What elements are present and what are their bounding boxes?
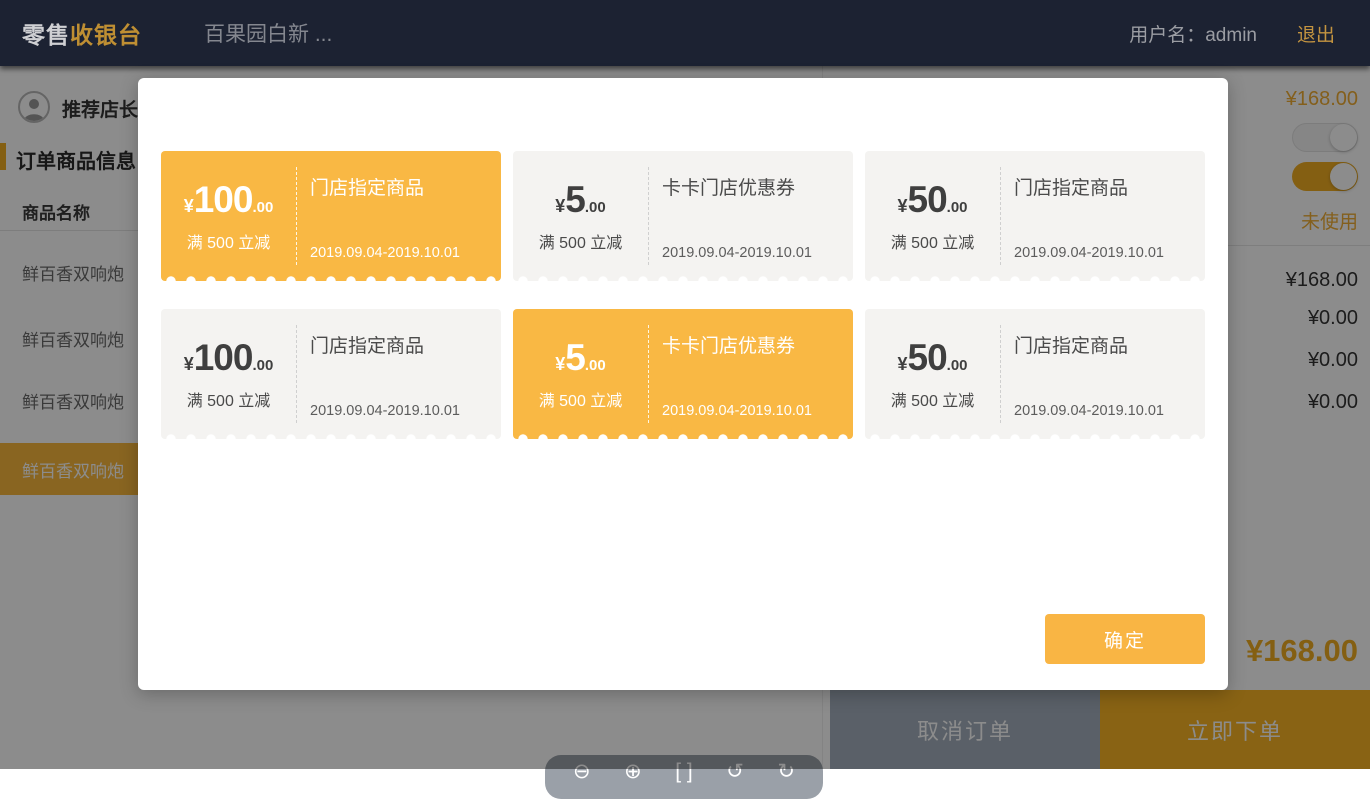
coupon-amount: ¥50.00: [865, 337, 1000, 379]
coupon-condition: 满 500 立减: [161, 387, 296, 411]
coupon-divider: [648, 325, 649, 423]
coupon-title: 卡卡门店优惠券: [662, 173, 795, 200]
brand-cashier: 收银台: [70, 22, 142, 48]
coupon-amount: ¥100.00: [161, 179, 296, 221]
coupon-card[interactable]: ¥100.00 满 500 立减 门店指定商品 2019.09.04-2019.…: [161, 309, 501, 439]
coupon-date-range: 2019.09.04-2019.10.01: [662, 245, 812, 261]
coupon-title: 卡卡门店优惠券: [662, 331, 795, 358]
app-logo: 零售收银台: [22, 16, 142, 50]
coupon-divider: [1000, 167, 1001, 265]
coupon-card[interactable]: ¥5.00 满 500 立减 卡卡门店优惠券 2019.09.04-2019.1…: [513, 151, 853, 281]
coupon-card[interactable]: ¥50.00 满 500 立减 门店指定商品 2019.09.04-2019.1…: [865, 309, 1205, 439]
coupon-date-range: 2019.09.04-2019.10.01: [310, 245, 460, 261]
store-name: 百果园白新 ...: [204, 18, 332, 48]
app-header: 零售收银台 百果园白新 ... 用户名：admin 退出: [0, 0, 1370, 66]
brand-retail: 零售: [22, 22, 70, 48]
coupon-card[interactable]: ¥50.00 满 500 立减 门店指定商品 2019.09.04-2019.1…: [865, 151, 1205, 281]
coupon-condition: 满 500 立减: [513, 229, 648, 253]
coupon-title: 门店指定商品: [1014, 331, 1128, 358]
coupon-condition: 满 500 立减: [161, 229, 296, 253]
coupon-divider: [1000, 325, 1001, 423]
coupon-date-range: 2019.09.04-2019.10.01: [310, 403, 460, 419]
coupon-title: 门店指定商品: [310, 331, 424, 358]
coupon-amount: ¥5.00: [513, 179, 648, 221]
coupon-title: 门店指定商品: [310, 173, 424, 200]
coupon-amount: ¥100.00: [161, 337, 296, 379]
coupon-card[interactable]: ¥5.00 满 500 立减 卡卡门店优惠券 2019.09.04-2019.1…: [513, 309, 853, 439]
coupon-select-dialog: 选择优惠券 （已选两张） ¥100.00 满 500 立减 门店指定商品 201…: [138, 78, 1228, 690]
coupon-amount: ¥5.00: [513, 337, 648, 379]
coupon-divider: [296, 167, 297, 265]
coupon-card[interactable]: ¥100.00 满 500 立减 门店指定商品 2019.09.04-2019.…: [161, 151, 501, 281]
confirm-button[interactable]: 确定: [1045, 614, 1205, 664]
coupon-title: 门店指定商品: [1014, 173, 1128, 200]
coupon-date-range: 2019.09.04-2019.10.01: [1014, 403, 1164, 419]
coupon-condition: 满 500 立减: [865, 229, 1000, 253]
logout-button[interactable]: 退出: [1297, 20, 1335, 47]
coupon-date-range: 2019.09.04-2019.10.01: [1014, 245, 1164, 261]
coupon-amount: ¥50.00: [865, 179, 1000, 221]
coupon-divider: [648, 167, 649, 265]
coupon-condition: 满 500 立减: [865, 387, 1000, 411]
username-value: admin: [1205, 25, 1257, 46]
coupon-date-range: 2019.09.04-2019.10.01: [662, 403, 812, 419]
coupon-divider: [296, 325, 297, 423]
coupon-condition: 满 500 立减: [513, 387, 648, 411]
username-label: 用户名：admin: [1129, 20, 1257, 47]
